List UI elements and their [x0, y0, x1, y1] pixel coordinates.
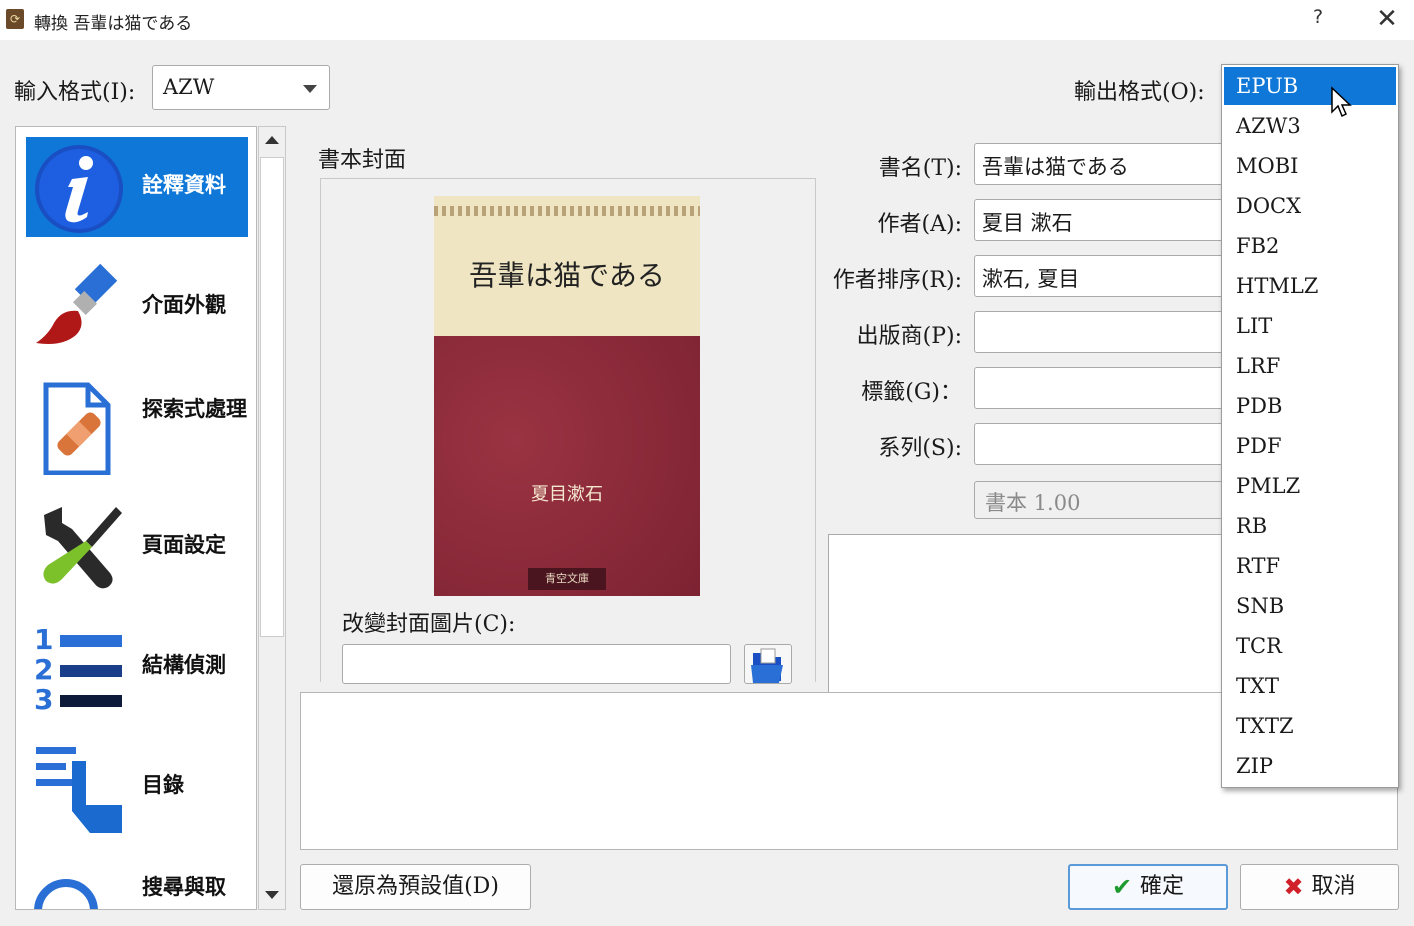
svg-text:2: 2	[34, 653, 53, 686]
format-option-pdf[interactable]: PDF	[1224, 427, 1396, 465]
cover-group-title: 書本封面	[318, 148, 407, 173]
help-button[interactable]: ?	[1305, 6, 1331, 34]
cover-book-author: 夏目漱石	[531, 484, 603, 505]
cover-image: 吾輩は猫である 夏目漱石 青空文庫	[434, 196, 700, 596]
format-option-rb[interactable]: RB	[1224, 507, 1396, 545]
format-option-rtf[interactable]: RTF	[1224, 547, 1396, 585]
output-format-dropdown[interactable]: EPUB AZW3 MOBI DOCX FB2 HTMLZ LIT LRF PD…	[1221, 64, 1399, 788]
chevron-down-icon	[303, 85, 317, 93]
checkmark-icon: ✔	[1111, 873, 1133, 901]
mouse-cursor-icon	[1331, 86, 1352, 118]
close-button[interactable]: ✕	[1372, 4, 1402, 34]
document-bandage-icon	[43, 382, 111, 475]
format-option-fb2[interactable]: FB2	[1224, 227, 1396, 265]
sidebar-item-label: 搜尋與取	[142, 875, 226, 899]
numbered-list-icon: 1 2 3	[34, 623, 122, 715]
sidebar-item-search-replace[interactable]: 搜尋與取	[26, 857, 248, 909]
author-input[interactable]: 夏目 漱石	[974, 199, 1224, 241]
sidebar-item-label: 目錄	[142, 773, 184, 797]
toc-hand-icon	[36, 747, 122, 833]
sidebar-item-look-and-feel[interactable]: 介面外觀	[26, 257, 248, 357]
format-option-docx[interactable]: DOCX	[1224, 187, 1396, 225]
close-icon: ✕	[1376, 4, 1398, 34]
paintbrush-icon	[36, 263, 118, 344]
cross-icon: ✖	[1283, 873, 1304, 901]
author-label: 作者(A):	[877, 212, 962, 237]
tags-input[interactable]	[974, 367, 1224, 409]
wrench-screwdriver-icon	[43, 507, 122, 589]
scroll-thumb[interactable]	[260, 157, 284, 637]
sidebar-item-metadata[interactable]: 詮釋資料	[26, 137, 248, 237]
cover-path-input[interactable]	[342, 644, 731, 684]
window-title: 轉換 吾輩は猫である	[34, 14, 193, 34]
sidebar-item-label: 詮釋資料	[142, 173, 226, 197]
publisher-input[interactable]	[974, 311, 1224, 353]
scroll-down-arrow-icon[interactable]	[259, 881, 285, 909]
sidebar-item-page-setup[interactable]: 頁面設定	[26, 497, 248, 597]
format-option-tcr[interactable]: TCR	[1224, 627, 1396, 665]
sidebar-item-label: 頁面設定	[142, 533, 226, 557]
title-label: 書名(T):	[878, 156, 962, 181]
format-option-snb[interactable]: SNB	[1224, 587, 1396, 625]
series-index-spinbox: 書本 1.00	[974, 481, 1224, 519]
comments-editor[interactable]	[828, 534, 1228, 694]
format-option-htmlz[interactable]: HTMLZ	[1224, 267, 1396, 305]
cover-book-title: 吾輩は猫である	[469, 259, 665, 292]
format-option-txtz[interactable]: TXTZ	[1224, 707, 1396, 745]
sidebar-item-heuristics[interactable]: 探索式處理	[26, 377, 248, 477]
change-cover-label: 改變封面圖片(C):	[342, 612, 516, 637]
sidebar: 詮釋資料 介面外觀 探索式處理 頁面設定 1 2 3 結構偵測 目錄 搜尋與取	[15, 126, 257, 910]
sidebar-item-label: 探索式處理	[142, 397, 247, 421]
format-option-lit[interactable]: LIT	[1224, 307, 1396, 345]
title-input[interactable]: 吾輩は猫である	[974, 143, 1224, 185]
calibre-icon: ⟳	[6, 9, 24, 29]
magnifier-icon	[34, 879, 98, 909]
restore-defaults-button[interactable]: 還原為預設值(D)	[300, 864, 531, 910]
format-option-pdb[interactable]: PDB	[1224, 387, 1396, 425]
input-format-value: AZW	[163, 75, 215, 99]
title-bar	[0, 0, 1414, 40]
format-option-azw3[interactable]: AZW3	[1224, 107, 1396, 145]
svg-text:3: 3	[34, 683, 53, 715]
format-option-zip[interactable]: ZIP	[1224, 747, 1396, 785]
info-icon	[35, 145, 123, 233]
format-option-epub[interactable]: EPUB	[1224, 67, 1396, 105]
series-input[interactable]	[974, 423, 1224, 465]
cancel-button[interactable]: ✖ 取消	[1240, 864, 1399, 910]
cover-publisher: 青空文庫	[528, 568, 606, 590]
sidebar-item-structure-detection[interactable]: 1 2 3 結構偵測	[26, 617, 248, 717]
format-option-txt[interactable]: TXT	[1224, 667, 1396, 705]
scroll-up-arrow-icon[interactable]	[259, 127, 285, 155]
tags-label: 標籤(G)：	[861, 380, 962, 405]
cancel-label: 取消	[1311, 874, 1356, 899]
output-format-label: 輸出格式(O):	[1074, 80, 1205, 105]
svg-text:1: 1	[34, 623, 53, 656]
sidebar-scrollbar[interactable]	[258, 126, 286, 910]
sidebar-item-toc[interactable]: 目錄	[26, 737, 248, 837]
folder-icon	[751, 648, 783, 683]
publisher-label: 出版商(P):	[856, 324, 962, 349]
cover-ornament	[434, 206, 700, 216]
input-format-label: 輸入格式(I):	[14, 80, 136, 105]
format-option-lrf[interactable]: LRF	[1224, 347, 1396, 385]
series-label: 系列(S):	[878, 436, 962, 461]
sidebar-item-label: 結構偵測	[142, 653, 226, 677]
browse-cover-button[interactable]	[744, 644, 792, 684]
author-sort-label: 作者排序(R):	[832, 268, 962, 293]
input-format-select[interactable]: AZW	[152, 65, 330, 110]
cover-bottom-panel: 夏目漱石 青空文庫	[434, 336, 700, 596]
author-sort-input[interactable]: 漱石, 夏目	[974, 255, 1224, 297]
sidebar-item-label: 介面外觀	[142, 293, 226, 317]
ok-button[interactable]: ✔ 確定	[1068, 864, 1228, 910]
format-option-pmlz[interactable]: PMLZ	[1224, 467, 1396, 505]
format-option-mobi[interactable]: MOBI	[1224, 147, 1396, 185]
ok-label: 確定	[1140, 874, 1185, 899]
